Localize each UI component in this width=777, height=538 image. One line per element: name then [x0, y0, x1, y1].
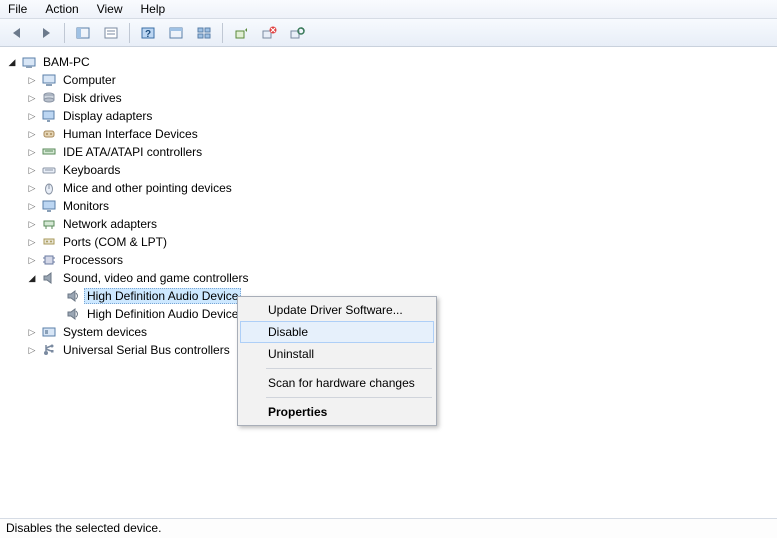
category-icon [41, 108, 57, 124]
svg-text:?: ? [145, 29, 151, 40]
tree-category[interactable]: ▷ Human Interface Devices [4, 125, 773, 143]
tree-category-label: Monitors [60, 198, 112, 214]
tree-category[interactable]: ▷ Keyboards [4, 161, 773, 179]
tree-category-label: Human Interface Devices [60, 126, 201, 142]
expand-icon[interactable]: ▷ [26, 326, 38, 338]
status-bar: Disables the selected device. [0, 518, 777, 538]
category-icon [41, 144, 57, 160]
tree-category[interactable]: ◢ Sound, video and game controllers [4, 269, 773, 287]
tree-category[interactable]: ▷ Processors [4, 251, 773, 269]
menu-view[interactable]: View [97, 2, 123, 16]
tree-device-label: High Definition Audio Device [84, 288, 241, 304]
menu-action[interactable]: Action [45, 2, 78, 16]
device-tree[interactable]: ◢ BAM-PC ▷ Computer ▷ Disk drives ▷ Disp… [0, 47, 777, 517]
show-hide-tree-button[interactable] [71, 22, 95, 44]
tree-category-label: Network adapters [60, 216, 160, 232]
expand-icon[interactable]: ▷ [26, 200, 38, 212]
expander-none [50, 290, 62, 302]
category-icon [41, 252, 57, 268]
category-icon [41, 270, 57, 286]
tree-category[interactable]: ▷ Mice and other pointing devices [4, 179, 773, 197]
tree-device-label: High Definition Audio Device [84, 306, 241, 322]
tree-category[interactable]: ▷ Monitors [4, 197, 773, 215]
tree-category-label: Processors [60, 252, 126, 268]
toolbar-separator [64, 23, 65, 43]
tree-category-label: Mice and other pointing devices [60, 180, 235, 196]
status-text: Disables the selected device. [6, 521, 161, 535]
help-button[interactable]: ? [136, 22, 160, 44]
toolbar-separator [222, 23, 223, 43]
tree-category[interactable]: ▷ Ports (COM & LPT) [4, 233, 773, 251]
category-icon [41, 324, 57, 340]
tree-category-label: Disk drives [60, 90, 125, 106]
context-menu-item[interactable]: Scan for hardware changes [240, 372, 434, 394]
context-menu: Update Driver Software...DisableUninstal… [237, 296, 437, 426]
expand-icon[interactable]: ▷ [26, 128, 38, 140]
tree-category-label: Sound, video and game controllers [60, 270, 251, 286]
expand-icon[interactable]: ▷ [26, 74, 38, 86]
category-icon [41, 234, 57, 250]
tree-category[interactable]: ▷ Disk drives [4, 89, 773, 107]
tree-category[interactable]: ▷ IDE ATA/ATAPI controllers [4, 143, 773, 161]
menu-help[interactable]: Help [141, 2, 166, 16]
context-menu-item[interactable]: Update Driver Software... [240, 299, 434, 321]
expand-icon[interactable]: ▷ [26, 236, 38, 248]
tree-category-label: Universal Serial Bus controllers [60, 342, 233, 358]
context-menu-item[interactable]: Disable [240, 321, 434, 343]
tree-category-label: IDE ATA/ATAPI controllers [60, 144, 205, 160]
expand-icon[interactable]: ▷ [26, 164, 38, 176]
tree-root-label: BAM-PC [40, 54, 93, 70]
menu-file[interactable]: File [8, 2, 27, 16]
context-menu-separator [266, 397, 432, 398]
tree-category-label: System devices [60, 324, 150, 340]
category-icon [41, 180, 57, 196]
action-button[interactable] [164, 22, 188, 44]
expand-icon[interactable]: ▷ [26, 344, 38, 356]
collapse-icon[interactable]: ◢ [6, 56, 18, 68]
expand-icon[interactable]: ▷ [26, 92, 38, 104]
view-button[interactable] [192, 22, 216, 44]
scan-hardware-button[interactable] [285, 22, 309, 44]
category-icon [41, 126, 57, 142]
back-button[interactable] [6, 22, 30, 44]
uninstall-button[interactable] [257, 22, 281, 44]
category-icon [41, 90, 57, 106]
category-icon [41, 198, 57, 214]
tree-category[interactable]: ▷ Display adapters [4, 107, 773, 125]
tree-category-label: Display adapters [60, 108, 155, 124]
context-menu-item[interactable]: Properties [240, 401, 434, 423]
expander-none [50, 308, 62, 320]
audio-device-icon [65, 306, 81, 322]
context-menu-item[interactable]: Uninstall [240, 343, 434, 365]
tree-category[interactable]: ▷ Network adapters [4, 215, 773, 233]
category-icon [41, 342, 57, 358]
computer-icon [21, 54, 37, 70]
collapse-icon[interactable]: ◢ [26, 272, 38, 284]
expand-icon[interactable]: ▷ [26, 146, 38, 158]
category-icon [41, 162, 57, 178]
toolbar: ? [0, 19, 777, 47]
expand-icon[interactable]: ▷ [26, 110, 38, 122]
update-driver-button[interactable] [229, 22, 253, 44]
expand-icon[interactable]: ▷ [26, 182, 38, 194]
category-icon [41, 216, 57, 232]
menubar: File Action View Help [0, 0, 777, 19]
tree-category[interactable]: ▷ Computer [4, 71, 773, 89]
properties-button[interactable] [99, 22, 123, 44]
expand-icon[interactable]: ▷ [26, 254, 38, 266]
context-menu-separator [266, 368, 432, 369]
expand-icon[interactable]: ▷ [26, 218, 38, 230]
tree-category-label: Computer [60, 72, 119, 88]
tree-category-label: Keyboards [60, 162, 123, 178]
forward-button[interactable] [34, 22, 58, 44]
tree-root[interactable]: ◢ BAM-PC [4, 53, 773, 71]
audio-device-icon [65, 288, 81, 304]
category-icon [41, 72, 57, 88]
toolbar-separator [129, 23, 130, 43]
tree-category-label: Ports (COM & LPT) [60, 234, 170, 250]
